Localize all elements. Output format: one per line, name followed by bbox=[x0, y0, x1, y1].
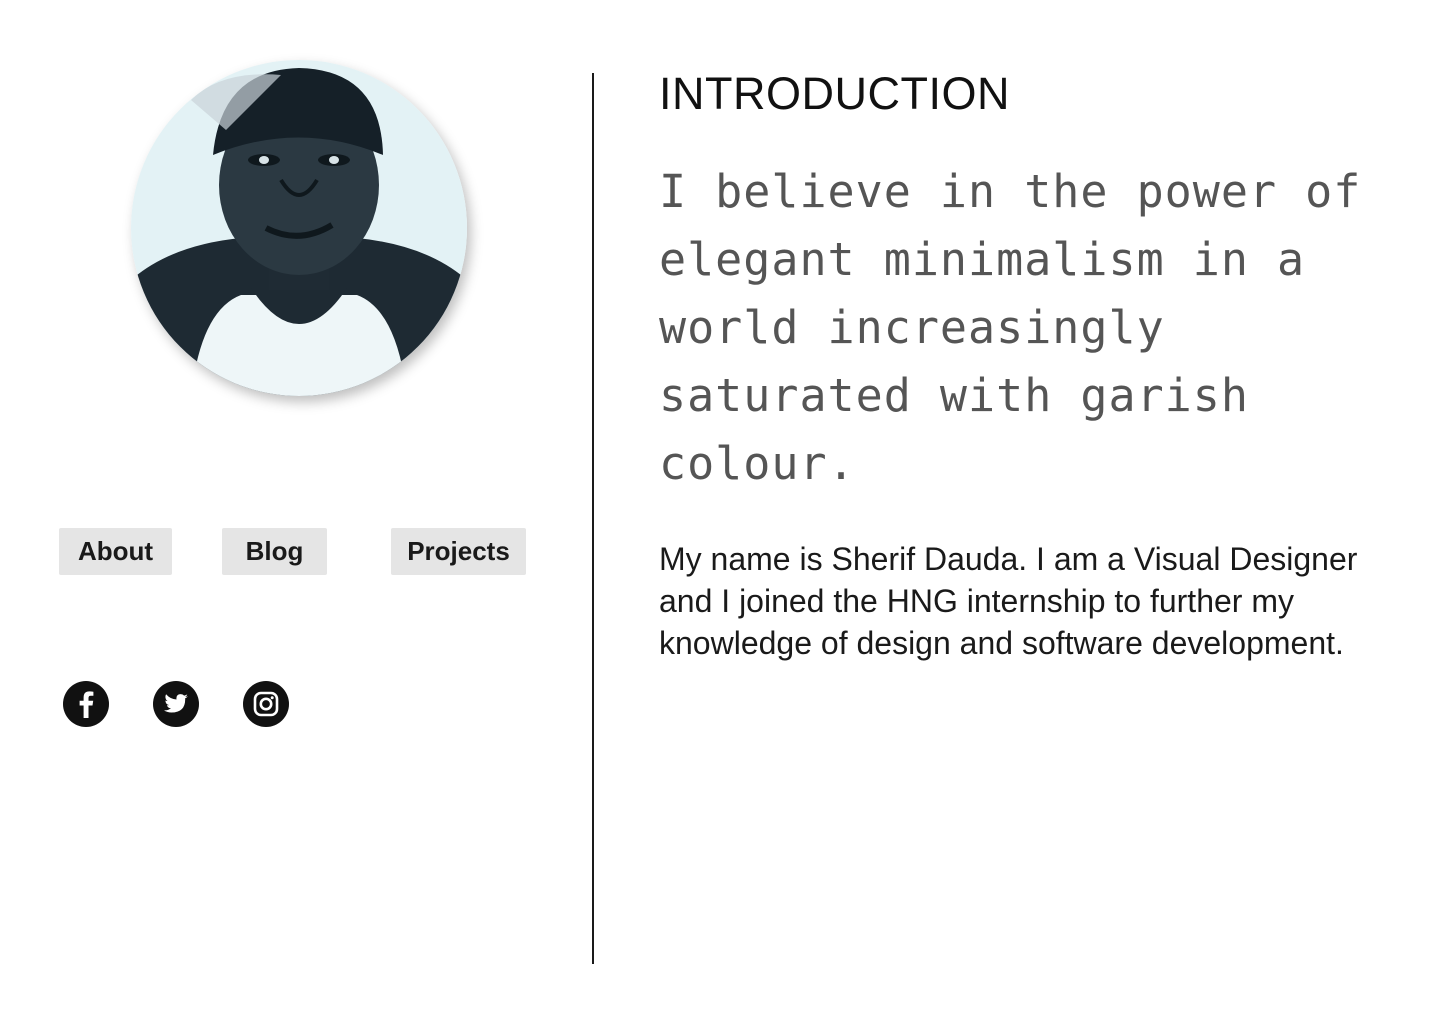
twitter-link[interactable] bbox=[153, 681, 199, 727]
facebook-link[interactable] bbox=[63, 681, 109, 727]
facebook-icon bbox=[79, 691, 94, 718]
page-title: INTRODUCTION bbox=[659, 68, 1010, 119]
blog-button[interactable]: Blog bbox=[222, 528, 327, 575]
bio-text: My name is Sherif Dauda. I am a Visual D… bbox=[659, 541, 1358, 661]
instagram-link[interactable] bbox=[243, 681, 289, 727]
twitter-icon bbox=[163, 694, 188, 713]
avatar bbox=[131, 60, 467, 396]
portfolio-page: About Blog Projects INTRODUCTION I belie… bbox=[0, 0, 1440, 1024]
about-button[interactable]: About bbox=[59, 528, 172, 575]
vertical-divider bbox=[592, 73, 594, 964]
projects-button[interactable]: Projects bbox=[391, 528, 526, 575]
intro-quote: I believe in the power of elegant minima… bbox=[659, 165, 1362, 490]
profile-photo bbox=[131, 60, 467, 396]
instagram-icon bbox=[253, 691, 279, 717]
